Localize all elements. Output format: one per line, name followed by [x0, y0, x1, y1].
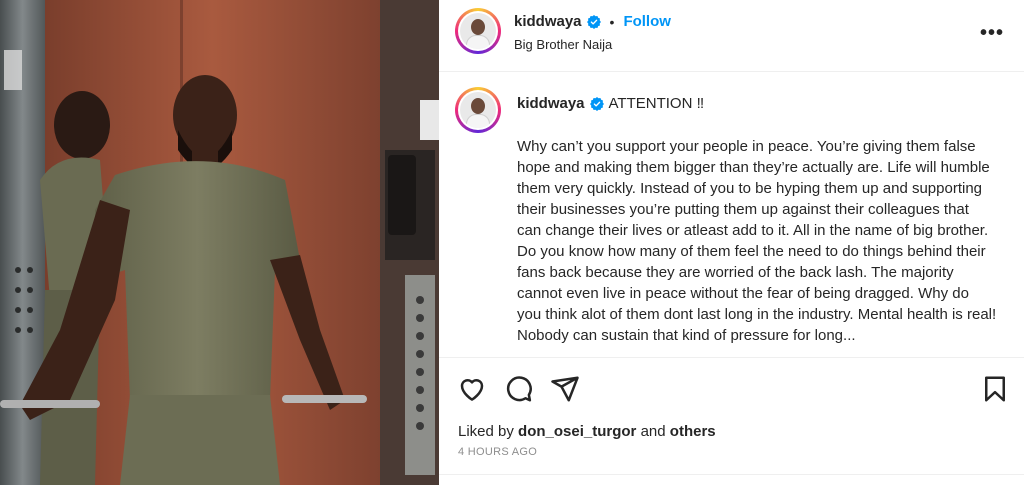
caption-area: kiddwaya ATTENTION ‼ Why can’t you suppo…: [439, 73, 1024, 357]
paper-plane-icon[interactable]: [550, 374, 580, 404]
caption-username[interactable]: kiddwaya: [517, 95, 585, 112]
liked-by-others[interactable]: others: [670, 423, 716, 440]
verified-badge-icon: [586, 14, 601, 29]
heart-icon[interactable]: [457, 374, 487, 404]
liked-by-and: and: [640, 423, 666, 440]
verified-badge-icon: [589, 96, 604, 111]
post-timestamp[interactable]: 4 HOURS AGO: [458, 446, 537, 458]
liked-by-prefix: Liked by: [458, 423, 514, 440]
caption-header: kiddwaya ATTENTION ‼: [517, 95, 704, 112]
divider: [439, 474, 1024, 475]
post-header: kiddwaya • Follow Big Brother Naija •••: [439, 0, 1024, 72]
post-photo[interactable]: [0, 0, 439, 485]
bookmark-icon[interactable]: [980, 374, 1010, 404]
post-detail-panel: kiddwaya • Follow Big Brother Naija ••• …: [439, 0, 1024, 485]
separator-dot: •: [609, 13, 615, 30]
liked-by-line: Liked by don_osei_turgor and others: [458, 423, 716, 440]
caption-avatar[interactable]: [455, 87, 501, 133]
liked-by-user[interactable]: don_osei_turgor: [518, 423, 636, 440]
post-subtitle[interactable]: Big Brother Naija: [514, 37, 612, 52]
author-avatar[interactable]: [455, 8, 501, 54]
post-photo-illustration: [0, 0, 439, 485]
author-username[interactable]: kiddwaya: [514, 13, 582, 30]
caption-body: Why can’t you support your people in pea…: [517, 138, 997, 344]
caption-title: ATTENTION ‼: [608, 95, 705, 112]
follow-button[interactable]: Follow: [623, 13, 671, 30]
more-options-icon[interactable]: •••: [980, 22, 1004, 45]
author-info: kiddwaya • Follow: [514, 13, 671, 30]
post-actions: [439, 357, 1024, 417]
comment-icon[interactable]: [503, 374, 533, 404]
